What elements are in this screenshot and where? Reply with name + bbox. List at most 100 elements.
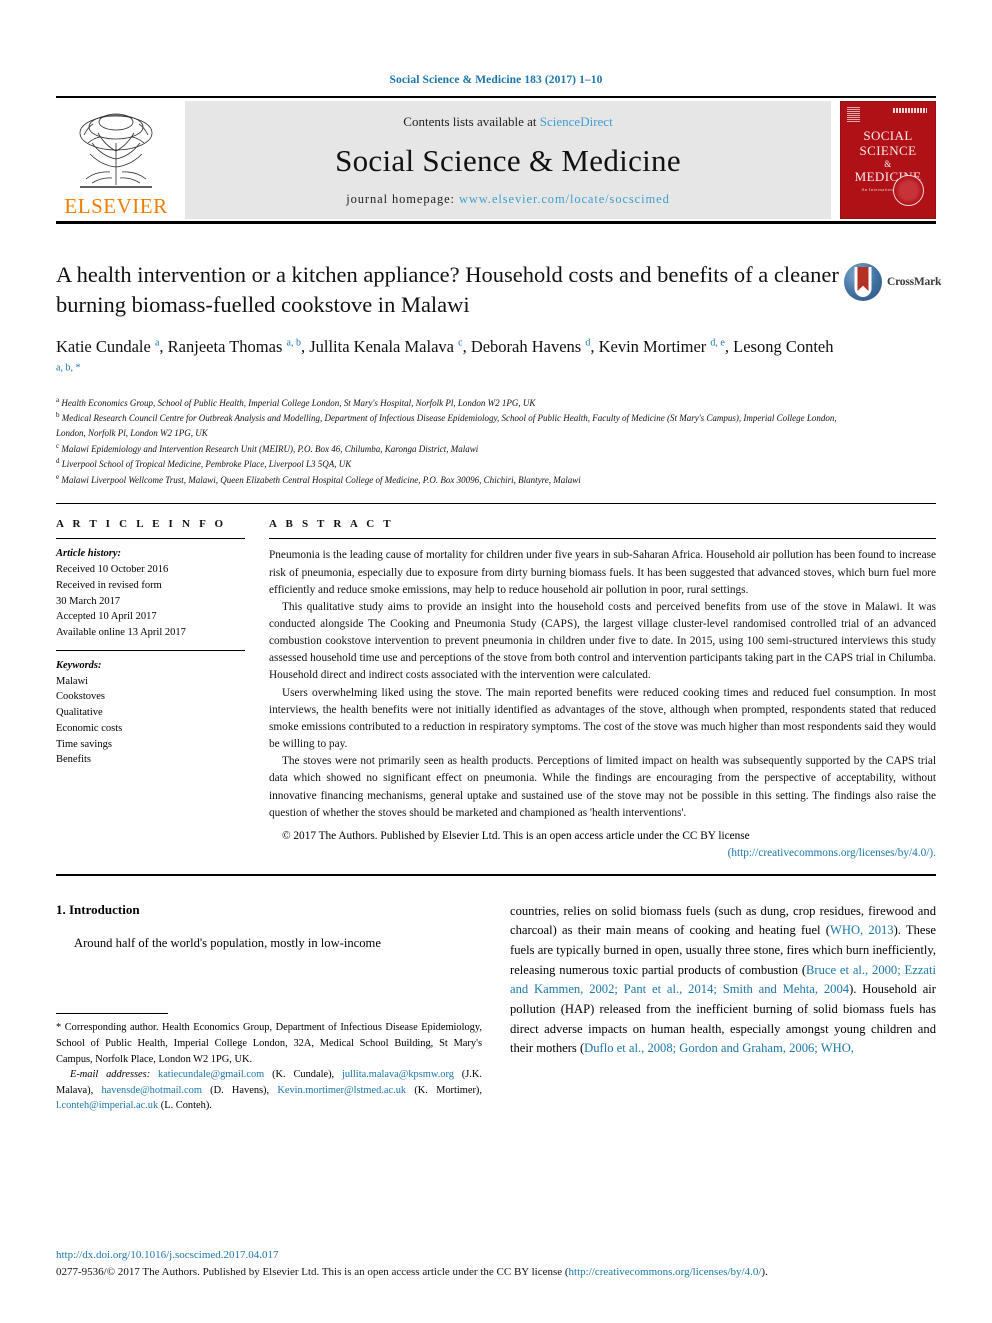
- abstract-body: Pneumonia is the leading cause of mortal…: [269, 547, 936, 822]
- affiliation-item: d Liverpool School of Tropical Medicine,…: [56, 456, 840, 472]
- email-link[interactable]: l.conteh@imperial.ac.uk: [56, 1100, 158, 1111]
- abstract-heading-rule: [269, 538, 936, 540]
- keyword-item: Benefits: [56, 754, 91, 766]
- sciencedirect-link[interactable]: ScienceDirect: [540, 114, 613, 129]
- masthead-bottom-rule: [56, 221, 936, 224]
- masthead-center: Contents lists available at ScienceDirec…: [185, 101, 831, 219]
- info-abstract-section: A R T I C L E I N F O Article history: R…: [56, 518, 936, 861]
- cover-line-3: &: [884, 158, 892, 169]
- body-column-right: countries, relies on solid biomass fuels…: [510, 902, 936, 1114]
- email-link[interactable]: Kevin.mortimer@lstmed.ac.uk: [277, 1085, 406, 1096]
- abstract-paragraph: Pneumonia is the leading cause of mortal…: [269, 549, 936, 596]
- journal-homepage: journal homepage: www.elsevier.com/locat…: [346, 192, 669, 207]
- doi-link[interactable]: http://dx.doi.org/10.1016/j.socscimed.20…: [56, 1247, 936, 1264]
- affiliation-label: b: [56, 411, 60, 420]
- crossmark-icon: [844, 263, 882, 301]
- history-item: 30 March 2017: [56, 595, 121, 607]
- article-history: Article history: Received 10 October 201…: [56, 546, 245, 650]
- elsevier-logo: ELSEVIER: [56, 101, 176, 219]
- abstract-paragraph: Users overwhelming liked using the stove…: [269, 686, 936, 751]
- history-item: Received 10 October 2016: [56, 564, 169, 576]
- cover-line-1: SOCIAL: [863, 128, 913, 143]
- paper-page: Social Science & Medicine 183 (2017) 1–1…: [0, 0, 992, 1323]
- abstract-heading: A B S T R A C T: [269, 518, 394, 531]
- affiliation-item: c Malawi Epidemiology and Intervention R…: [56, 441, 840, 457]
- abstract-paragraph: The stoves were not primarily seen as he…: [269, 755, 936, 819]
- abstract-column: A B S T R A C T Pneumonia is the leading…: [269, 518, 936, 861]
- article-info-heading: A R T I C L E I N F O: [56, 518, 227, 531]
- running-head: Social Science & Medicine 183 (2017) 1–1…: [389, 74, 603, 86]
- section-heading-introduction: 1. Introduction: [56, 901, 140, 917]
- affiliation-label: c: [56, 441, 60, 450]
- body-columns: 1. Introduction Around half of the world…: [56, 902, 936, 1114]
- email-link[interactable]: katiecundale@gmail.com: [158, 1069, 264, 1080]
- issn-tail: ).: [761, 1265, 768, 1278]
- affiliation-text: Medical Research Council Centre for Outb…: [56, 413, 837, 439]
- cover-line-2: SCIENCE: [859, 143, 917, 159]
- email-link[interactable]: havensde@hotmail.com: [101, 1085, 201, 1096]
- crossmark-badge[interactable]: CrossMark: [844, 262, 941, 302]
- title-block: A health intervention or a kitchen appli…: [56, 260, 941, 487]
- affiliation-text: Liverpool School of Tropical Medicine, P…: [61, 459, 352, 470]
- history-item: Accepted 10 April 2017: [56, 611, 157, 623]
- contents-prefix: Contents lists available at: [403, 114, 540, 129]
- affiliation-text: Malawi Liverpool Wellcome Trust, Malawi,…: [61, 474, 581, 485]
- affiliation-item: b Medical Research Council Centre for Ou…: [56, 410, 840, 440]
- issn-text: 0277-9536/© 2017 The Authors. Published …: [56, 1265, 569, 1278]
- homepage-prefix: journal homepage:: [346, 192, 459, 206]
- keyword-item: Malawi: [56, 675, 89, 687]
- abstract-bottom-rule: [56, 873, 936, 876]
- article-title: A health intervention or a kitchen appli…: [56, 262, 839, 317]
- cover-elsevier-mark-icon: [847, 107, 860, 122]
- copyright-text: © 2017 The Authors. Published by Elsevie…: [282, 829, 750, 842]
- intro-paragraph-left: Around half of the world's population, m…: [74, 935, 381, 950]
- cover-title: SOCIAL SCIENCE & MEDICINE: [841, 128, 935, 185]
- email-owner: (D. Havens): [210, 1084, 267, 1096]
- email-link[interactable]: jullita.malava@kpsmw.org: [342, 1069, 454, 1080]
- homepage-url-link[interactable]: www.elsevier.com/locate/socscimed: [459, 192, 670, 206]
- affiliation-item: a Health Economics Group, School of Publ…: [56, 395, 840, 411]
- keyword-item: Time savings: [56, 738, 112, 750]
- article-history-label: Article history:: [56, 548, 122, 560]
- cover-seal-icon: [893, 175, 924, 206]
- affiliation-item: e Malawi Liverpool Wellcome Trust, Malaw…: [56, 472, 840, 488]
- affiliation-text: Health Economics Group, School of Public…: [61, 397, 536, 408]
- elsevier-tree-icon: [79, 113, 153, 188]
- article-info-heading-rule: [56, 538, 245, 540]
- affiliation-label: d: [56, 457, 60, 466]
- masthead-top-rule: [56, 96, 936, 98]
- footer-license-link[interactable]: http://creativecommons.org/licenses/by/4…: [569, 1266, 762, 1278]
- affiliation-label: a: [56, 395, 60, 404]
- email-owner: (L. Conteh): [160, 1100, 210, 1112]
- crossmark-label: CrossMark: [887, 276, 942, 288]
- keywords-rule: [56, 649, 245, 651]
- info-top-rule: [56, 503, 936, 505]
- body-column-left: 1. Introduction Around half of the world…: [56, 902, 482, 1114]
- history-item: Received in revised form: [56, 579, 162, 591]
- keyword-item: Cookstoves: [56, 691, 106, 703]
- intro-paragraph-right: countries, relies on solid biomass fuels…: [510, 902, 936, 1059]
- citation-link[interactable]: Duflo et al., 2008; Gordon and Graham, 2…: [584, 1041, 854, 1055]
- abstract-copyright: © 2017 The Authors. Published by Elsevie…: [269, 828, 936, 862]
- journal-title: Social Science & Medicine: [335, 143, 681, 178]
- keywords-label: Keywords:: [56, 659, 102, 671]
- affiliation-label: e: [56, 472, 60, 481]
- affiliation-text: Malawi Epidemiology and Intervention Res…: [61, 443, 479, 454]
- footnote-rule: [56, 1013, 168, 1015]
- affiliation-list: a Health Economics Group, School of Publ…: [56, 395, 840, 487]
- contents-line: Contents lists available at ScienceDirec…: [403, 114, 612, 130]
- keywords-block: Keywords: Malawi Cookstoves Qualitative …: [56, 658, 245, 768]
- page-footer: http://dx.doi.org/10.1016/j.socscimed.20…: [56, 1247, 936, 1281]
- email-addresses-label: E-mail addresses:: [70, 1069, 151, 1081]
- email-owner: (K. Cundale): [272, 1069, 332, 1081]
- corresponding-author-note: * Corresponding author. Health Economics…: [56, 1022, 482, 1065]
- abstract-paragraph: This qualitative study aims to provide a…: [269, 600, 936, 682]
- citation-link[interactable]: WHO, 2013: [830, 923, 894, 937]
- footnote-block: * Corresponding author. Health Economics…: [56, 1022, 482, 1112]
- license-link[interactable]: (http://creativecommons.org/licenses/by/…: [728, 847, 936, 859]
- keyword-item: Economic costs: [56, 722, 123, 734]
- cover-top-text: [893, 108, 927, 113]
- issn-copyright-line: 0277-9536/© 2017 The Authors. Published …: [56, 1264, 936, 1281]
- journal-cover-thumbnail: SOCIAL SCIENCE & MEDICINE An Internation…: [840, 101, 936, 219]
- elsevier-wordmark: ELSEVIER: [64, 194, 168, 218]
